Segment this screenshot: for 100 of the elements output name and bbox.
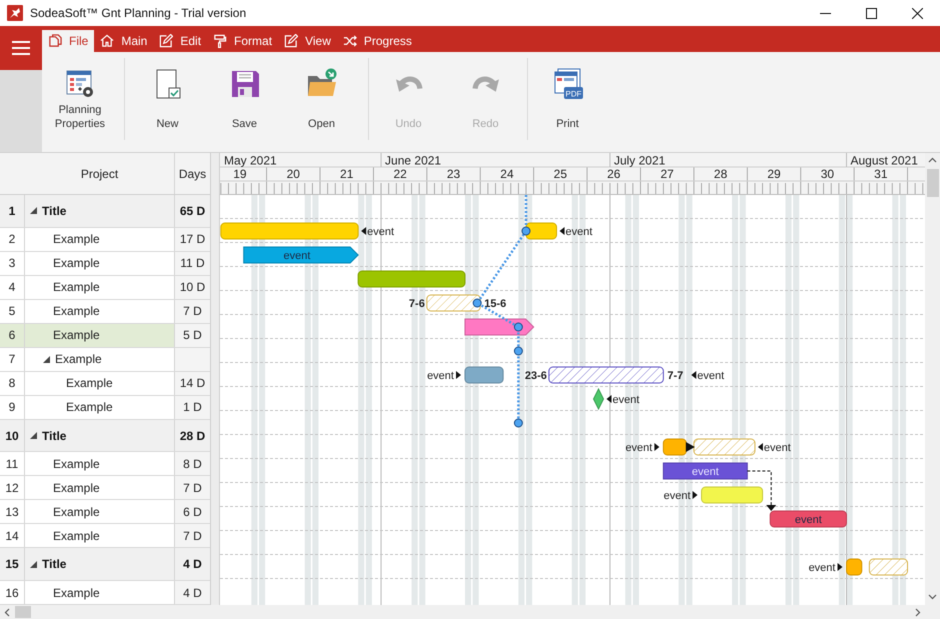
scroll-thumb[interactable] — [15, 606, 31, 618]
bar-label: event — [692, 466, 719, 478]
row-number: 12 — [0, 476, 25, 500]
table-cell: 1 D — [175, 396, 210, 419]
event-note: event — [612, 394, 640, 406]
expand-icon[interactable] — [43, 356, 50, 363]
ribbon-tab[interactable]: File — [42, 30, 94, 52]
week-label: 21 — [340, 167, 354, 181]
ribbon-tab[interactable]: View — [278, 30, 337, 52]
hatched-bar[interactable] — [426, 294, 481, 312]
table-cell: Example — [53, 304, 100, 318]
table-cell: Example — [66, 400, 113, 414]
toolbar-button[interactable]: New — [129, 52, 206, 152]
event-note: event — [566, 226, 592, 238]
toolbar-button[interactable]: Open — [283, 52, 360, 152]
toolbar-button[interactable]: Save — [206, 52, 283, 152]
triangle-icon — [606, 395, 612, 403]
row-number: 9 — [0, 396, 25, 419]
scroll-left-icon[interactable] — [3, 608, 12, 616]
table-row[interactable]: 9 Example 1 D — [0, 396, 210, 420]
table-row[interactable]: 2 Example 17 D — [0, 228, 210, 252]
month-label: July 2021 — [614, 154, 666, 168]
table-cell: 7 D — [175, 476, 210, 500]
close-icon — [912, 8, 922, 18]
date-label: 7-7 — [667, 370, 684, 382]
table-cell: Example — [55, 352, 102, 366]
column-header[interactable]: Days — [175, 153, 210, 194]
link-point[interactable] — [514, 346, 523, 356]
task-arrow[interactable] — [464, 318, 534, 336]
toolbar-button[interactable]: Planning Properties — [42, 52, 118, 152]
ribbon-tab[interactable]: Format — [207, 30, 278, 52]
horizontal-scrollbar[interactable] — [0, 605, 940, 619]
table-row[interactable]: 1 Title 65 D — [0, 195, 210, 228]
pdf-label: PDF — [565, 90, 581, 98]
hatched-bar[interactable] — [548, 366, 664, 384]
table-cell: 7 D — [175, 300, 210, 323]
scroll-right-icon[interactable] — [913, 608, 922, 616]
row-number: 14 — [0, 524, 25, 548]
pencil-icon — [284, 34, 298, 48]
scroll-up-icon[interactable] — [928, 156, 937, 165]
table-row[interactable]: 6 Example 5 D — [0, 324, 210, 348]
event-note: event — [427, 370, 454, 382]
week-label: 31 — [874, 167, 888, 181]
column-header[interactable]: Project — [25, 153, 175, 194]
table-cell: 5 D — [175, 324, 210, 347]
week-label: 27 — [660, 167, 674, 181]
event-note: event — [808, 562, 836, 574]
row-number: 16 — [0, 581, 25, 604]
table-row[interactable]: 4 Example 10 D — [0, 276, 210, 300]
table-row[interactable]: 14 Example 7 D — [0, 524, 210, 548]
week-label: 25 — [554, 167, 568, 181]
maximize-icon — [866, 8, 876, 18]
ribbon-tab[interactable]: Progress — [336, 30, 418, 52]
table-row[interactable]: 15 Title 4 D — [0, 548, 210, 582]
table-row[interactable]: 3 Example 11 D — [0, 252, 210, 276]
event-note: event — [625, 442, 652, 454]
table-row[interactable]: 12 Example 7 D — [0, 476, 210, 500]
link-point[interactable] — [514, 418, 523, 428]
link-point[interactable] — [522, 226, 531, 236]
event-note: event — [697, 370, 724, 382]
table-cell: Example — [53, 256, 100, 270]
table-row[interactable]: 7 Example — [0, 348, 210, 372]
ribbon-tab[interactable]: Main — [94, 30, 154, 52]
task-arrow[interactable] — [243, 246, 359, 264]
triangle-icon — [758, 443, 763, 451]
minimize-icon — [820, 12, 830, 14]
expand-icon[interactable] — [30, 207, 37, 214]
menu-button[interactable] — [0, 26, 42, 70]
week-label: 24 — [500, 167, 514, 181]
scroll-thumb[interactable] — [926, 169, 938, 197]
link-point[interactable] — [514, 322, 523, 332]
table-row[interactable]: 16 Example 4 D — [0, 581, 210, 606]
table-row[interactable]: 13 Example 6 D — [0, 500, 210, 524]
task-bar[interactable] — [662, 438, 687, 456]
row-number: 13 — [0, 500, 25, 524]
table-cell: 4 D — [175, 581, 210, 604]
table-cell: 6 D — [175, 500, 210, 524]
row-number: 15 — [0, 548, 25, 580]
scroll-down-icon[interactable] — [928, 592, 937, 601]
expand-icon[interactable] — [30, 432, 37, 439]
week-label: 30 — [820, 167, 834, 181]
table-row[interactable]: 8 Example 14 D — [0, 372, 210, 396]
milestone-diamond[interactable] — [592, 388, 604, 410]
ribbon-tab[interactable]: Edit — [153, 30, 208, 52]
row-number: 11 — [0, 452, 25, 476]
link-point[interactable] — [472, 298, 482, 308]
table-cell: 7 D — [175, 524, 210, 548]
bar-label: event — [283, 250, 310, 262]
bar-label: event — [794, 514, 822, 526]
toolbar-button[interactable]: PDF Print — [529, 52, 606, 152]
table-cell: Example — [53, 280, 100, 294]
vertical-scrollbar[interactable] — [925, 153, 940, 605]
month-label: August 2021 — [850, 154, 918, 168]
table-row[interactable]: 11 Example 8 D — [0, 452, 210, 476]
event-note: event — [764, 442, 791, 454]
table-row[interactable]: 5 Example 7 D — [0, 300, 210, 324]
table-row[interactable]: 10 Title 28 D — [0, 420, 210, 452]
table-cell — [175, 348, 210, 371]
week-label: 23 — [446, 167, 460, 181]
expand-icon[interactable] — [30, 560, 37, 568]
